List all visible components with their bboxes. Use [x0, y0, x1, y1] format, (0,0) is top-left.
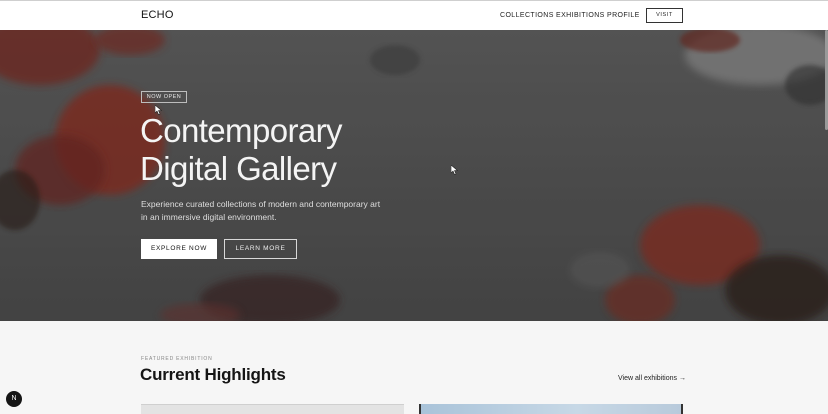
visit-button[interactable]: VISIT: [646, 8, 683, 23]
hero-title: Contemporary Digital Gallery: [140, 112, 342, 188]
hero-section: NOW OPEN Contemporary Digital Gallery Ex…: [0, 30, 828, 321]
hero-overlay: [0, 30, 828, 321]
hero-description: Experience curated collections of modern…: [141, 199, 381, 222]
top-navigation-bar: ECHO COLLECTIONS EXHIBITIONS PROFILE VIS…: [0, 0, 828, 30]
learn-more-button[interactable]: LEARN MORE: [224, 239, 297, 259]
nav-exhibitions-link[interactable]: EXHIBITIONS: [556, 12, 605, 19]
brand-logo[interactable]: ECHO: [141, 9, 174, 21]
exhibition-card-image-2[interactable]: [419, 404, 683, 414]
hero-title-line-2: Digital Gallery: [140, 150, 337, 187]
exhibition-card-image-1[interactable]: [141, 404, 404, 414]
section-title: Current Highlights: [140, 365, 286, 384]
hero-title-line-1: Contemporary: [140, 112, 342, 149]
nav-profile-link[interactable]: PROFILE: [607, 12, 640, 19]
view-all-exhibitions-link[interactable]: View all exhibitions →: [618, 375, 686, 382]
floating-avatar-button[interactable]: N: [6, 391, 22, 407]
explore-now-button[interactable]: EXPLORE NOW: [141, 239, 217, 259]
mouse-pointer-icon: [155, 105, 162, 115]
section-eyebrow: FEATURED EXHIBITION: [141, 356, 213, 362]
nav-collections-link[interactable]: COLLECTIONS: [500, 12, 554, 19]
now-open-badge: NOW OPEN: [141, 91, 187, 103]
mouse-pointer-icon-secondary: [451, 165, 458, 175]
